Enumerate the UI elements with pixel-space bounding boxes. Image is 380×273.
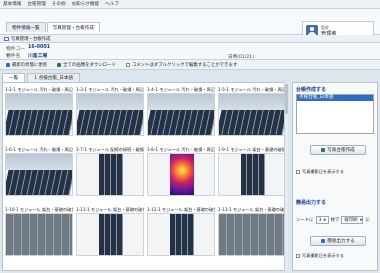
simple-output-button[interactable]: 簡易出力する [310, 236, 366, 246]
sheet-label: シートに [296, 218, 314, 223]
print-icon [321, 239, 326, 243]
toolbar: 最新の状態に更新 全ての画像をダウンロード コメントはダブルクリックで編集するこ… [0, 60, 380, 70]
photo-caption: 1-11-1 モジュール 架台・基礎の破損 [76, 207, 144, 212]
photo-card[interactable]: 1-9-1 モジュール 架台・基礎の破損 [218, 146, 286, 198]
show-date-label-2: 写真撮影日を表示する [302, 253, 344, 258]
top-tabs: 物件情報一覧 写真管理・台帳作成 [6, 22, 101, 32]
photo-caption: 1-9-1 モジュール 架台・基礎の破損 [218, 147, 286, 152]
photo-thumbnail[interactable] [76, 213, 144, 256]
photo-thumbnail[interactable] [218, 153, 286, 196]
photo-thumbnail[interactable] [5, 93, 73, 136]
photo-caption: 1-7-1 モジュール 配線の接続・破損 [76, 147, 144, 152]
photo-thumbnail[interactable] [147, 93, 215, 136]
menu-item-ledger[interactable]: 台帳管理 [27, 1, 45, 7]
ledger-listbox[interactable]: 点検台帳_日本語 [296, 94, 374, 134]
refresh-icon [6, 62, 10, 67]
photo-card[interactable]: 1-13-1 モジュール 架台・基礎の破損 [218, 206, 286, 258]
photo-caption: 1-3-1 モジュール 汚れ・破損・周辺 [76, 87, 144, 92]
comment-checkbox[interactable] [125, 62, 130, 67]
breadcrumb-label: 写真管理・台帳作成 [11, 36, 51, 42]
photo-card[interactable]: 1-11-1 モジュール 架台・基礎の破損 [76, 206, 144, 258]
menu-item-other[interactable]: その他 [52, 1, 66, 7]
photo-caption: 1-12-1 モジュール 架台・基礎の破損 [147, 207, 215, 212]
photo-caption: 1-10-1 モジュール 架台・基礎の破損 [5, 207, 73, 212]
download-all-label: 全ての画像をダウンロード [63, 62, 116, 68]
photo-thumbnail[interactable] [218, 213, 286, 256]
ledger-list-item[interactable]: 点検台帳_日本語 [297, 95, 373, 101]
ledger-section-title: 台帳作成する [296, 87, 327, 93]
refresh-label: 最新の状態に更新 [12, 62, 48, 68]
photo-card[interactable]: 1-10-1 モジュール 架台・基礎の破損 [5, 206, 73, 258]
show-date-row-2[interactable]: 写真撮影日を表示する [296, 253, 344, 259]
photo-scrollbar[interactable] [284, 82, 288, 271]
photo-caption: 1-4-1 モジュール 汚れ・破損・周辺 [147, 87, 215, 92]
show-date-checkbox-2[interactable] [296, 254, 300, 258]
photo-card[interactable]: 1-2-1 モジュール 汚れ・破損・周辺 [5, 86, 73, 138]
photo-card[interactable]: 1-4-1 モジュール 汚れ・破損・周辺 [147, 86, 215, 138]
photo-caption: 1-2-1 モジュール 汚れ・破損・周辺 [5, 87, 73, 92]
scrollbar-thumb[interactable] [285, 84, 288, 114]
photo-thumbnail[interactable] [147, 213, 215, 256]
tab-list[interactable]: 一覧 [2, 73, 26, 82]
tab-inspection-ledger[interactable]: 1 点検台帳_日本語 [27, 73, 81, 82]
photo-panel: 1-2-1 モジュール 汚れ・破損・周辺 1-3-1 モジュール 汚れ・破損・周辺… [2, 82, 288, 271]
photo-caption: 1-6-1 モジュール 汚れ・破損・周辺 [5, 147, 73, 152]
download-icon [57, 62, 62, 67]
photo-thumbnail[interactable] [5, 153, 73, 196]
photo-thumbnail[interactable] [147, 153, 215, 196]
breadcrumb: 写真管理・台帳作成 [0, 35, 380, 43]
menu-item-notice[interactable]: お知らせ機能 [72, 1, 99, 7]
chevron-down-icon: ▼ [323, 218, 327, 222]
comment-option[interactable]: コメントはダブルクリックで編集することができます [125, 62, 238, 68]
ledger-icon [321, 148, 326, 152]
refresh-button[interactable]: 最新の状態に更新 [6, 62, 47, 68]
photo-card[interactable]: 1-12-1 モジュール 架台・基礎の破損 [147, 206, 215, 258]
photo-card[interactable]: 1-6-1 モジュール 汚れ・破損・周辺 [5, 146, 73, 198]
output-options: シートに 3 ▼ 枚で 縦印刷 ▼ に [296, 216, 370, 224]
simple-output-label: 簡易出力する [327, 239, 355, 244]
orientation-suffix: に [365, 218, 370, 223]
photo-thumbnail[interactable] [5, 213, 73, 256]
download-all-button[interactable]: 全ての画像をダウンロード [57, 62, 116, 68]
menu-item-basic[interactable]: 基本情報 [3, 1, 21, 7]
output-section-title: 簡易出力する [296, 200, 327, 206]
property-info: 物件コード 16-0001 物件名 川島工場 日時(01/21) [0, 43, 380, 60]
camera-icon [4, 36, 9, 41]
photo-caption: 1-8-1 モジュール 汚れ・破損・周辺 [147, 147, 215, 152]
photo-caption: 1-13-1 モジュール 架台・基礎の破損 [218, 207, 286, 212]
content-tabs: 一覧 1 点検台帳_日本語 [2, 73, 82, 82]
show-date-row-1[interactable]: 写真撮影日を表示する [296, 169, 344, 175]
show-date-checkbox-1[interactable] [296, 170, 300, 174]
photo-caption: 1-5-1 モジュール 汚れ・破損・周辺 [218, 87, 286, 92]
create-ledger-label: 写真台帳作成 [327, 148, 355, 153]
photo-card[interactable]: 1-5-1 モジュール 汚れ・破損・周辺 [218, 86, 286, 138]
photo-card[interactable]: 1-3-1 モジュール 汚れ・破損・周辺 [76, 86, 144, 138]
photo-card[interactable]: 1-8-1 モジュール 汚れ・破損・周辺 [147, 146, 215, 198]
tab-property-list[interactable]: 物件情報一覧 [6, 22, 46, 32]
orientation-select[interactable]: 縦印刷 ▼ [341, 216, 364, 224]
sheet-count-select[interactable]: 3 ▼ [315, 216, 329, 224]
chevron-down-icon: ▼ [359, 218, 363, 222]
photo-thumbnail[interactable] [76, 93, 144, 136]
sheet-count-value: 3 [318, 217, 322, 223]
create-ledger-button[interactable]: 写真台帳作成 [310, 145, 366, 155]
photo-thumbnail[interactable] [76, 153, 144, 196]
photo-thumbnail[interactable] [218, 93, 286, 136]
header: 物件情報一覧 写真管理・台帳作成 管理 管理者 [0, 9, 380, 41]
name-label: 物件名 [6, 54, 21, 59]
info-name-row: 物件名 川島工場 [6, 52, 47, 59]
photo-grid: 1-2-1 モジュール 汚れ・破損・周辺 1-3-1 モジュール 汚れ・破損・周辺… [5, 86, 287, 258]
menu-item-help[interactable]: ヘルプ [105, 1, 119, 7]
photo-card[interactable]: 1-7-1 モジュール 配線の接続・破損 [76, 146, 144, 198]
show-date-label-1: 写真撮影日を表示する [302, 169, 344, 174]
comment-checkbox-label: コメントはダブルクリックで編集することができます [131, 62, 238, 68]
tab-photo-ledger[interactable]: 写真管理・台帳作成 [46, 22, 100, 32]
menu-bar: 基本情報 台帳管理 その他 お知らせ機能 ヘルプ [0, 0, 380, 9]
sheet-unit: 枚で [330, 218, 340, 223]
name-value: 川島工場 [28, 54, 48, 59]
orientation-value: 縦印刷 [344, 218, 358, 223]
